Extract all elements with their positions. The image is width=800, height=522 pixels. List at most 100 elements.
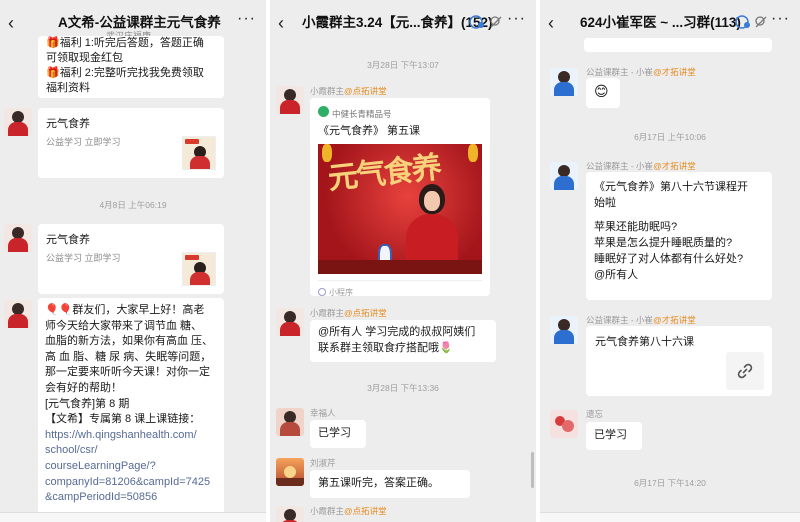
course-link[interactable]: &campPeriodId=50856 xyxy=(45,490,213,506)
message-line: [元气食养]第 8 期 xyxy=(45,397,130,410)
sender-name: 遗忘 xyxy=(586,409,604,419)
message-line: 苹果是怎么提升睡眠质量的? xyxy=(594,237,733,249)
message-line: 🎈🎈群友们，大家早上好！高老 xyxy=(45,304,205,316)
mute-icon xyxy=(755,16,767,28)
message-line: 苹果还能助眠吗? xyxy=(594,221,678,233)
course-poster-image: 元气食养 xyxy=(318,144,482,274)
message-line: 会有好的帮助！ xyxy=(45,381,122,394)
message-bubble[interactable]: 🎁福利 1:听完后答题，答题正确 可领取现金红包 🎁福利 2:完整听完找我免费领… xyxy=(38,36,224,98)
avatar[interactable] xyxy=(276,458,304,486)
message-line: 🎁福利 1:听完后答题，答题正确 xyxy=(46,37,204,49)
mini-program-icon xyxy=(318,288,326,296)
message-text: 第五课听完，答案正确。 xyxy=(318,477,439,489)
card-title: 元气食养 xyxy=(46,234,90,246)
course-link[interactable]: school/csr/ xyxy=(45,443,213,459)
message-bubble[interactable] xyxy=(584,38,772,52)
timestamp: 4月8日 上午06:19 xyxy=(99,200,167,210)
link-card[interactable]: 元气食养 公益学习 立即学习 xyxy=(38,224,224,294)
chat-title: 小霞群主3.24【元...食养】(152) xyxy=(302,15,493,30)
sender-name: 公益课群主 - 小崔@才拓讲堂 xyxy=(586,315,696,325)
chat-header: ‹ 小霞群主3.24【元...食养】(152) ··· xyxy=(270,0,536,46)
message-line: @所有人 学习完成的叔叔阿姨们 xyxy=(318,326,476,338)
chat-body[interactable]: 3月28日 下午13:07 小霞群主@点拓讲堂 中健长青精品号 《元气食养》 第… xyxy=(270,46,536,522)
message-line: 福利资料 xyxy=(46,82,90,94)
sender-name: 公益课群主 - 小崔@才拓讲堂 xyxy=(586,67,696,77)
card-title: 元气食养第八十六课 xyxy=(595,336,694,348)
more-options-icon[interactable]: ··· xyxy=(237,10,256,28)
sender-name: 小霞群主@点拓讲堂 xyxy=(310,506,387,516)
emoji: 😊 xyxy=(594,83,609,99)
message-line: 高 血 脂、糖 尿 病、失眠等问题， xyxy=(45,350,212,363)
message-bubble[interactable]: 已学习 xyxy=(586,422,642,450)
chat-body[interactable]: 公益课群主 - 小崔@才拓讲堂 😊 6月17日 上午10:06 公益课群主 - … xyxy=(540,38,800,522)
course-link[interactable]: https://wh.qingshanhealth.com/ xyxy=(45,428,213,444)
course-link[interactable]: companyId=81206&campId=7425 xyxy=(45,475,213,491)
message-bubble[interactable]: 已学习 xyxy=(310,420,366,448)
avatar[interactable] xyxy=(276,86,304,114)
timestamp: 3月28日 下午13:07 xyxy=(367,60,439,70)
course-link[interactable]: courseLearningPage/? xyxy=(45,459,213,475)
avatar[interactable] xyxy=(550,316,578,344)
avatar[interactable] xyxy=(276,408,304,436)
message-line: 可领取现金红包 xyxy=(46,52,123,64)
card-desc: 公益学习 立即学习 xyxy=(46,253,121,263)
avatar[interactable] xyxy=(276,506,304,522)
message-line: 《元气食养》第八十六节课程开 xyxy=(594,181,748,193)
message-bubble[interactable]: @所有人 学习完成的叔叔阿姨们 联系群主领取食疗搭配哦🌷 xyxy=(310,320,496,362)
input-bar[interactable] xyxy=(0,512,266,522)
link-thumbnail xyxy=(726,352,764,390)
more-options-icon[interactable]: ··· xyxy=(507,10,526,28)
mute-icon xyxy=(490,16,502,28)
message-line: 始啦 xyxy=(594,197,616,209)
card-title: 元气食养 xyxy=(46,118,90,130)
sender-name: 公益课群主 - 小崔@才拓讲堂 xyxy=(586,161,696,171)
avatar[interactable] xyxy=(4,224,32,252)
timestamp: 6月17日 上午10:06 xyxy=(634,132,706,142)
message-bubble[interactable]: 🎈🎈群友们，大家早上好！高老 师今天给大家带来了调节血 糖、 血脂的新方法，如果… xyxy=(38,298,224,522)
back-arrow-icon[interactable]: ‹ xyxy=(278,13,284,33)
card-source: 中健长青精品号 xyxy=(332,109,392,119)
avatar[interactable] xyxy=(550,68,578,96)
message-line: 联系群主领取食疗搭配哦🌷 xyxy=(318,341,453,354)
avatar[interactable] xyxy=(4,300,32,328)
card-footer: 小程序 xyxy=(318,285,353,301)
sender-name: 小霞群主@点拓讲堂 xyxy=(310,86,387,96)
avatar[interactable] xyxy=(550,410,578,438)
card-title: 《元气食养》 第五课 xyxy=(318,125,421,137)
link-card[interactable]: 元气食养第八十六课 xyxy=(586,326,772,396)
card-thumbnail xyxy=(182,136,216,170)
link-icon xyxy=(737,363,753,379)
mini-program-card[interactable]: 中健长青精品号 《元气食养》 第五课 元气食养 小程序 xyxy=(310,98,490,297)
source-logo-icon xyxy=(318,106,329,117)
avatar[interactable] xyxy=(4,108,32,136)
message-line: 【文希】专属第 8 课上课链接： xyxy=(45,413,201,426)
message-line: 睡眠好了对人体都有什么好处? xyxy=(594,253,744,265)
chat-title: A文希-公益课群主元气食养 xyxy=(58,15,221,30)
message-line: 🎁福利 2:完整听完找我免费领取 xyxy=(46,67,204,79)
avatar[interactable] xyxy=(550,162,578,190)
message-text: 已学习 xyxy=(594,429,627,441)
message-bubble[interactable]: 《元气食养》第八十六节课程开 始啦 苹果还能助眠吗? 苹果是怎么提升睡眠质量的?… xyxy=(586,172,772,300)
message-bubble[interactable]: 😊 xyxy=(586,78,620,108)
sender-name: 刘淑芹 xyxy=(310,458,336,468)
avatar[interactable] xyxy=(276,308,304,336)
sender-name: 小霞群主@点拓讲堂 xyxy=(310,308,387,318)
chat-panel-3: ‹ 624小崔军医 ~ ...习群(113) ··· 公益课群主 - 小崔@才拓… xyxy=(540,0,800,522)
scrollbar[interactable] xyxy=(531,452,534,488)
more-options-icon[interactable]: ··· xyxy=(771,10,790,28)
chat-panel-2: ‹ 小霞群主3.24【元...食养】(152) ··· 3月28日 下午13:0… xyxy=(270,0,536,522)
back-arrow-icon[interactable]: ‹ xyxy=(548,13,554,33)
group-status-icon xyxy=(735,15,750,29)
message-bubble[interactable]: 第五课听完，答案正确。 xyxy=(310,470,470,498)
group-status-icon xyxy=(469,15,484,29)
link-card[interactable]: 元气食养 公益学习 立即学习 xyxy=(38,108,224,178)
sender-name: 幸福人 xyxy=(310,408,336,418)
message-line: @所有人 xyxy=(594,269,639,281)
chat-panel-1: ‹ A文希-公益课群主元气食养 武汉庆福康 ··· 🎁福利 1:听完后答题，答题… xyxy=(0,0,266,522)
card-thumbnail xyxy=(182,252,216,286)
input-bar[interactable] xyxy=(540,512,800,522)
timestamp: 6月17日 下午14:20 xyxy=(634,478,706,488)
chat-title: 624小崔军医 ~ ...习群(113) xyxy=(580,15,741,30)
back-arrow-icon[interactable]: ‹ xyxy=(8,13,14,33)
chat-body[interactable]: 🎁福利 1:听完后答题，答题正确 可领取现金红包 🎁福利 2:完整听完找我免费领… xyxy=(0,36,266,522)
